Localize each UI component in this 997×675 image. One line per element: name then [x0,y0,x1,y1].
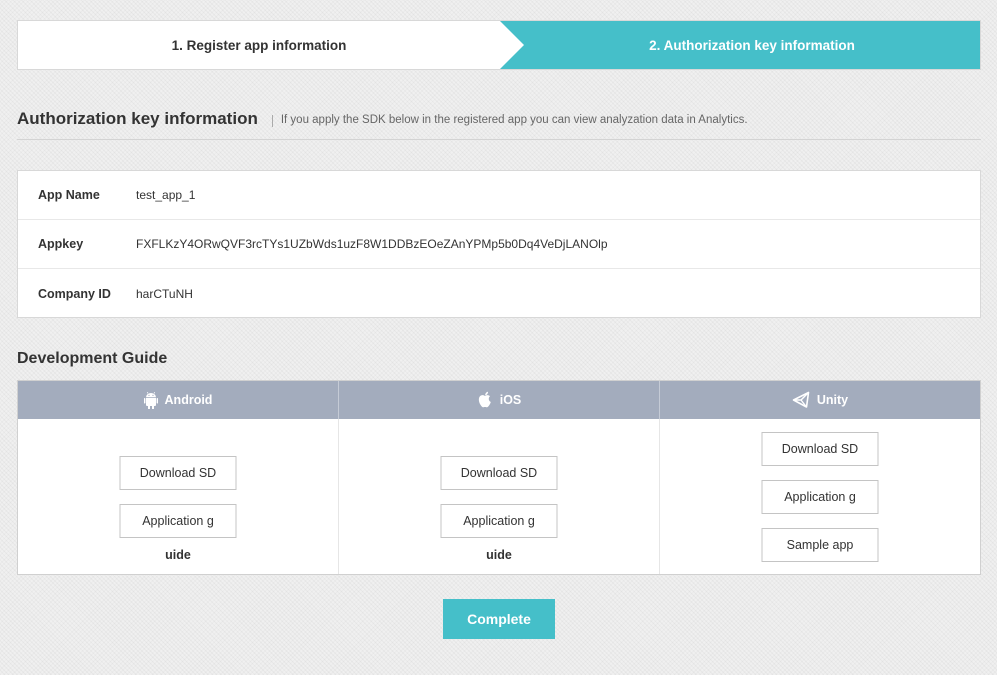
unity-header-label: Unity [816,393,849,407]
development-guide-title: Development Guide [17,350,168,367]
company-id-row: Company ID harCTuNH [18,269,980,318]
apple-icon [477,391,493,409]
company-id-label: Company ID [38,286,111,301]
android-application-guide-button[interactable]: Application g [119,504,237,538]
app-name-row: App Name test_app_1 [18,171,980,220]
unity-sample-app-button[interactable]: Sample app [761,528,879,562]
unity-icon [792,391,810,409]
app-info-table: App Name test_app_1 Appkey FXFLKzY4ORwQV… [17,170,981,318]
android-actions: Download SD .. Application g uide [18,419,339,574]
step-register-app: 1. Register app information [18,21,500,69]
complete-button[interactable]: Complete [443,599,555,639]
authorization-section-title: Authorization key information [17,109,258,128]
authorization-section-header: Authorization key information If you app… [17,105,981,140]
title-divider [271,115,273,127]
ios-header-label: iOS [499,393,522,407]
appkey-value: FXFLKzY4ORwQVF3rcTYs1UZbWds1uzF8W1DDBzEO… [136,237,608,251]
development-guide-table: Android iOS Unity Download SD Applicatio… [17,380,981,575]
step-authorization-key: 2. Authorization key information [500,21,980,69]
platform-actions-row: Download SD .. Application g uide Downlo… [18,419,980,574]
company-id-value: harCTuNH [136,286,193,301]
unity-download-sdk-button[interactable]: Download SD [761,432,879,466]
ios-actions: Download SD .. Application g uide [339,419,660,574]
unity-header: Unity [660,381,980,419]
android-header-label: Android [164,393,213,407]
ios-application-guide-button[interactable]: Application g [440,504,558,538]
platform-header-row: Android iOS Unity [18,381,980,419]
authorization-section-description: If you apply the SDK below in the regist… [280,114,748,126]
app-name-value: test_app_1 [136,188,196,202]
android-guide-overflow-text: uide [165,548,191,562]
android-icon [143,391,158,409]
android-header: Android [18,381,339,419]
ios-guide-overflow-text: uide [486,548,512,562]
step-authorization-key-label: 2. Authorization key information [649,37,855,53]
step-register-app-label: 1. Register app information [171,37,347,53]
unity-application-guide-button[interactable]: Application g [761,480,879,514]
step-indicator: 1. Register app information 2. Authoriza… [17,20,981,70]
ios-download-sdk-button[interactable]: Download SD [440,456,558,490]
android-download-sdk-button[interactable]: Download SD [119,456,237,490]
unity-actions: Download SD .. Application g .. Sample a… [660,419,980,574]
ios-header: iOS [339,381,660,419]
app-name-label: App Name [38,188,100,202]
appkey-label: Appkey [38,237,84,251]
appkey-row: Appkey FXFLKzY4ORwQVF3rcTYs1UZbWds1uzF8W… [18,220,980,269]
